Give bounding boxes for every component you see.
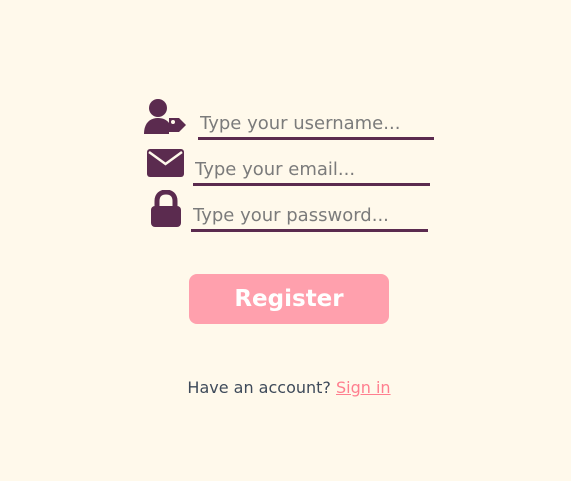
- username-input[interactable]: [198, 110, 434, 140]
- account-prompt-text: Have an account?: [187, 378, 331, 397]
- lock-icon: [149, 190, 183, 228]
- envelope-icon: [147, 149, 184, 177]
- register-button[interactable]: Register: [189, 274, 389, 324]
- register-page: Register Have an account? Sign in: [0, 0, 571, 481]
- password-input[interactable]: [191, 202, 428, 232]
- sign-in-link[interactable]: Sign in: [336, 378, 391, 397]
- account-prompt-line: Have an account? Sign in: [0, 378, 571, 397]
- user-tag-icon: [143, 98, 187, 136]
- email-input[interactable]: [193, 156, 430, 186]
